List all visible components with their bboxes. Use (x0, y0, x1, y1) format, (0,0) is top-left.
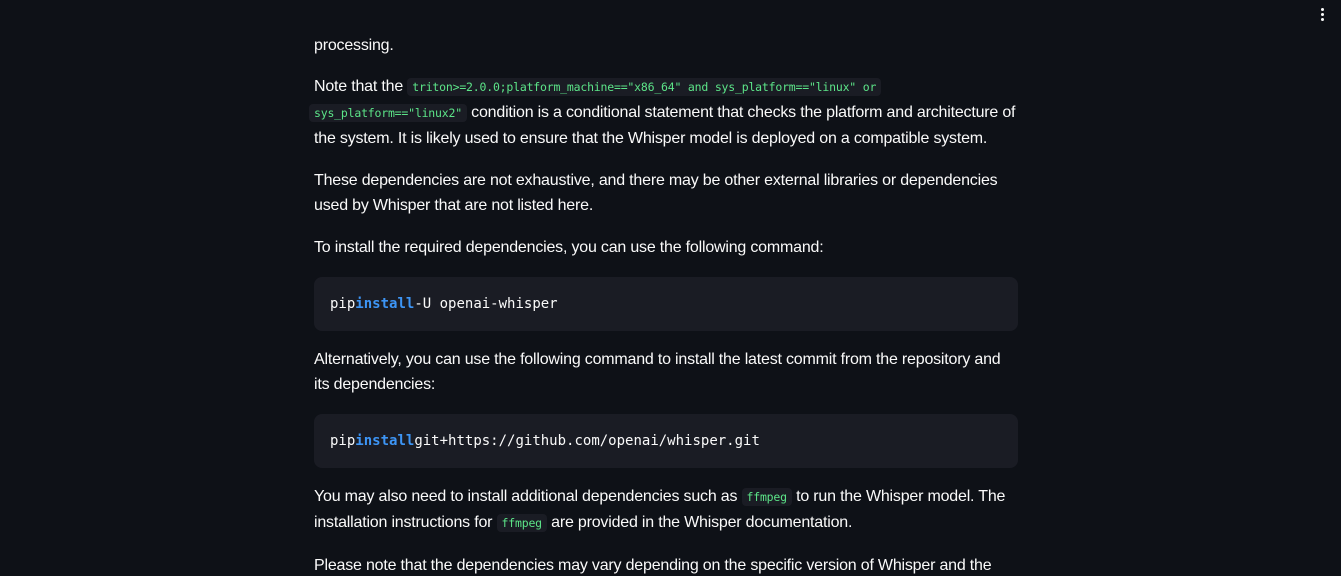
inline-code-ffmpeg: ffmpeg (741, 488, 792, 506)
paragraph-install-intro: To install the required dependencies, yo… (314, 239, 824, 256)
paragraph-note: Note that the triton>=2.0.0;platform_mac… (309, 74, 1018, 151)
paragraph-not-exhaustive: These dependencies are not exhaustive, a… (314, 172, 998, 214)
inline-code-ffmpeg-2: ffmpeg (496, 514, 547, 532)
inline-code-triton-condition: triton>=2.0.0;platform_machine=="x86_64"… (407, 78, 882, 96)
kebab-menu-icon (1320, 7, 1324, 11)
code-block-pip-install-git[interactable]: pip install git+https://github.com/opena… (314, 414, 1018, 468)
paragraph-alternatively: Alternatively, you can use the following… (314, 351, 1001, 393)
paragraph-ffmpeg: You may also need to install additional … (314, 488, 1006, 532)
chat-response: processing. Note that the triton>=2.0.0;… (309, 33, 1018, 576)
inline-code-sys-platform: sys_platform=="linux2" (309, 104, 467, 122)
paragraph-please-note: Please note that the dependencies may va… (314, 557, 992, 574)
code-block-pip-install[interactable]: pip install -U openai-whisper (314, 277, 1018, 331)
main-menu-button[interactable] (1311, 4, 1333, 24)
paragraph-processing: processing. (314, 37, 394, 54)
